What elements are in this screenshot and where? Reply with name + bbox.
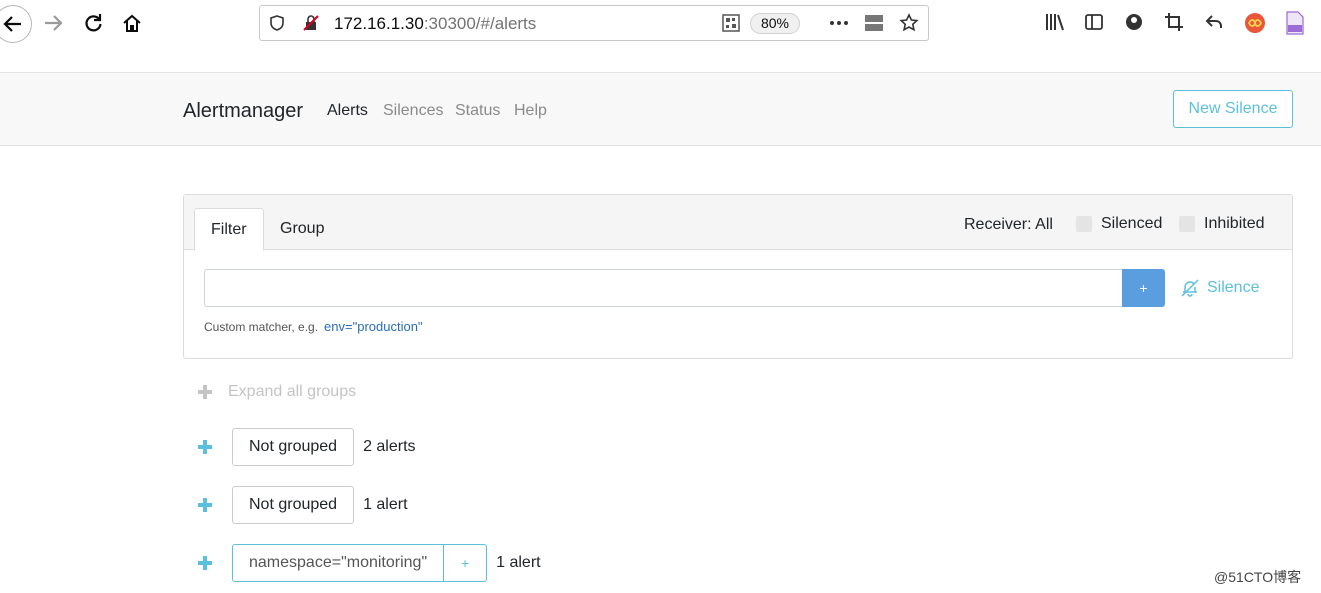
expand-plus-icon[interactable]: [197, 555, 213, 571]
group-row: Not grouped 1 alert: [197, 486, 408, 524]
add-matcher-button[interactable]: +: [1122, 269, 1165, 307]
silenced-checkbox[interactable]: Silenced: [1076, 215, 1162, 233]
brand-title[interactable]: Alertmanager: [183, 100, 303, 123]
tab-filter[interactable]: Filter: [194, 208, 264, 251]
sidebar-icon[interactable]: [1084, 12, 1104, 32]
alert-count: 1 alert: [496, 554, 541, 571]
insecure-lock-icon[interactable]: [302, 14, 320, 32]
hint-example: env="production": [324, 319, 423, 334]
expand-all-groups[interactable]: Expand all groups: [197, 383, 356, 401]
more-icon[interactable]: [828, 14, 850, 32]
reload-button[interactable]: [78, 8, 108, 38]
inhibited-label: Inhibited: [1204, 215, 1265, 232]
silenced-checkbox-box[interactable]: [1076, 216, 1092, 232]
add-matcher-to-filter-button[interactable]: +: [444, 545, 486, 581]
filter-input[interactable]: [204, 269, 1123, 307]
silenced-label: Silenced: [1101, 215, 1163, 232]
inhibited-checkbox-box[interactable]: [1179, 216, 1195, 232]
back-button[interactable]: [0, 5, 32, 43]
bookmark-star-icon[interactable]: [899, 13, 919, 33]
extension-infinity-icon[interactable]: [1244, 12, 1266, 34]
pocket-icon[interactable]: [863, 13, 885, 33]
home-button[interactable]: [117, 8, 147, 38]
hint-text: Custom matcher, e.g.: [204, 320, 319, 334]
filter-card: Filter Group Receiver: All Silenced Inhi…: [183, 194, 1293, 359]
url-path: :30300/#/alerts: [423, 14, 537, 33]
expand-plus-icon[interactable]: [197, 439, 213, 455]
watermark: @51CTO博客: [1214, 569, 1302, 585]
expand-all-label: Expand all groups: [228, 383, 357, 400]
tab-group[interactable]: Group: [264, 208, 340, 250]
screenshot-crop-icon[interactable]: [1164, 12, 1184, 32]
account-icon[interactable]: [1124, 12, 1144, 32]
group-label[interactable]: Not grouped: [232, 486, 355, 524]
pdf-icon[interactable]: [1285, 11, 1305, 35]
group-row: Not grouped 2 alerts: [197, 428, 416, 466]
bell-slash-icon: [1181, 279, 1199, 297]
library-icon[interactable]: [1044, 12, 1066, 32]
nav-alerts[interactable]: Alerts: [327, 102, 368, 120]
browser-toolbar: 172.16.1.30:30300/#/alerts 80%: [0, 0, 1321, 46]
group-label[interactable]: Not grouped: [232, 428, 355, 466]
url-host: 172.16.1.30: [334, 14, 424, 33]
qr-code-icon[interactable]: [722, 14, 740, 32]
url-text: 172.16.1.30:30300/#/alerts: [334, 14, 536, 34]
matcher-hint: Custom matcher, e.g. env="production": [204, 319, 423, 334]
url-bar[interactable]: 172.16.1.30:30300/#/alerts 80%: [259, 5, 929, 41]
home-icon: [123, 14, 141, 32]
forward-button[interactable]: [38, 8, 68, 38]
shield-icon[interactable]: [268, 14, 286, 32]
zoom-level[interactable]: 80%: [750, 13, 800, 34]
alert-count: 2 alerts: [363, 438, 416, 455]
receiver-select[interactable]: Receiver: All: [964, 216, 1053, 234]
silence-link-label: Silence: [1207, 279, 1260, 296]
group-row: namespace="monitoring" + 1 alert: [197, 544, 541, 582]
group-matcher-label[interactable]: namespace="monitoring": [233, 545, 445, 581]
silence-link[interactable]: Silence: [1180, 279, 1259, 297]
alert-count: 1 alert: [363, 496, 408, 513]
new-silence-button[interactable]: New Silence: [1173, 90, 1293, 128]
reload-icon: [85, 14, 102, 32]
card-header: Filter Group Receiver: All Silenced Inhi…: [184, 195, 1292, 251]
app-navbar: Alertmanager Alerts Silences Status Help…: [0, 72, 1321, 146]
undo-icon[interactable]: [1204, 12, 1224, 32]
arrow-right-icon: [45, 15, 63, 31]
plus-icon: [197, 384, 213, 400]
nav-silences[interactable]: Silences: [383, 102, 443, 120]
nav-help[interactable]: Help: [514, 102, 547, 120]
group-matcher: namespace="monitoring" +: [232, 544, 488, 582]
expand-plus-icon[interactable]: [197, 497, 213, 513]
arrow-left-icon: [3, 16, 21, 32]
inhibited-checkbox[interactable]: Inhibited: [1179, 215, 1265, 233]
nav-status[interactable]: Status: [455, 102, 500, 120]
